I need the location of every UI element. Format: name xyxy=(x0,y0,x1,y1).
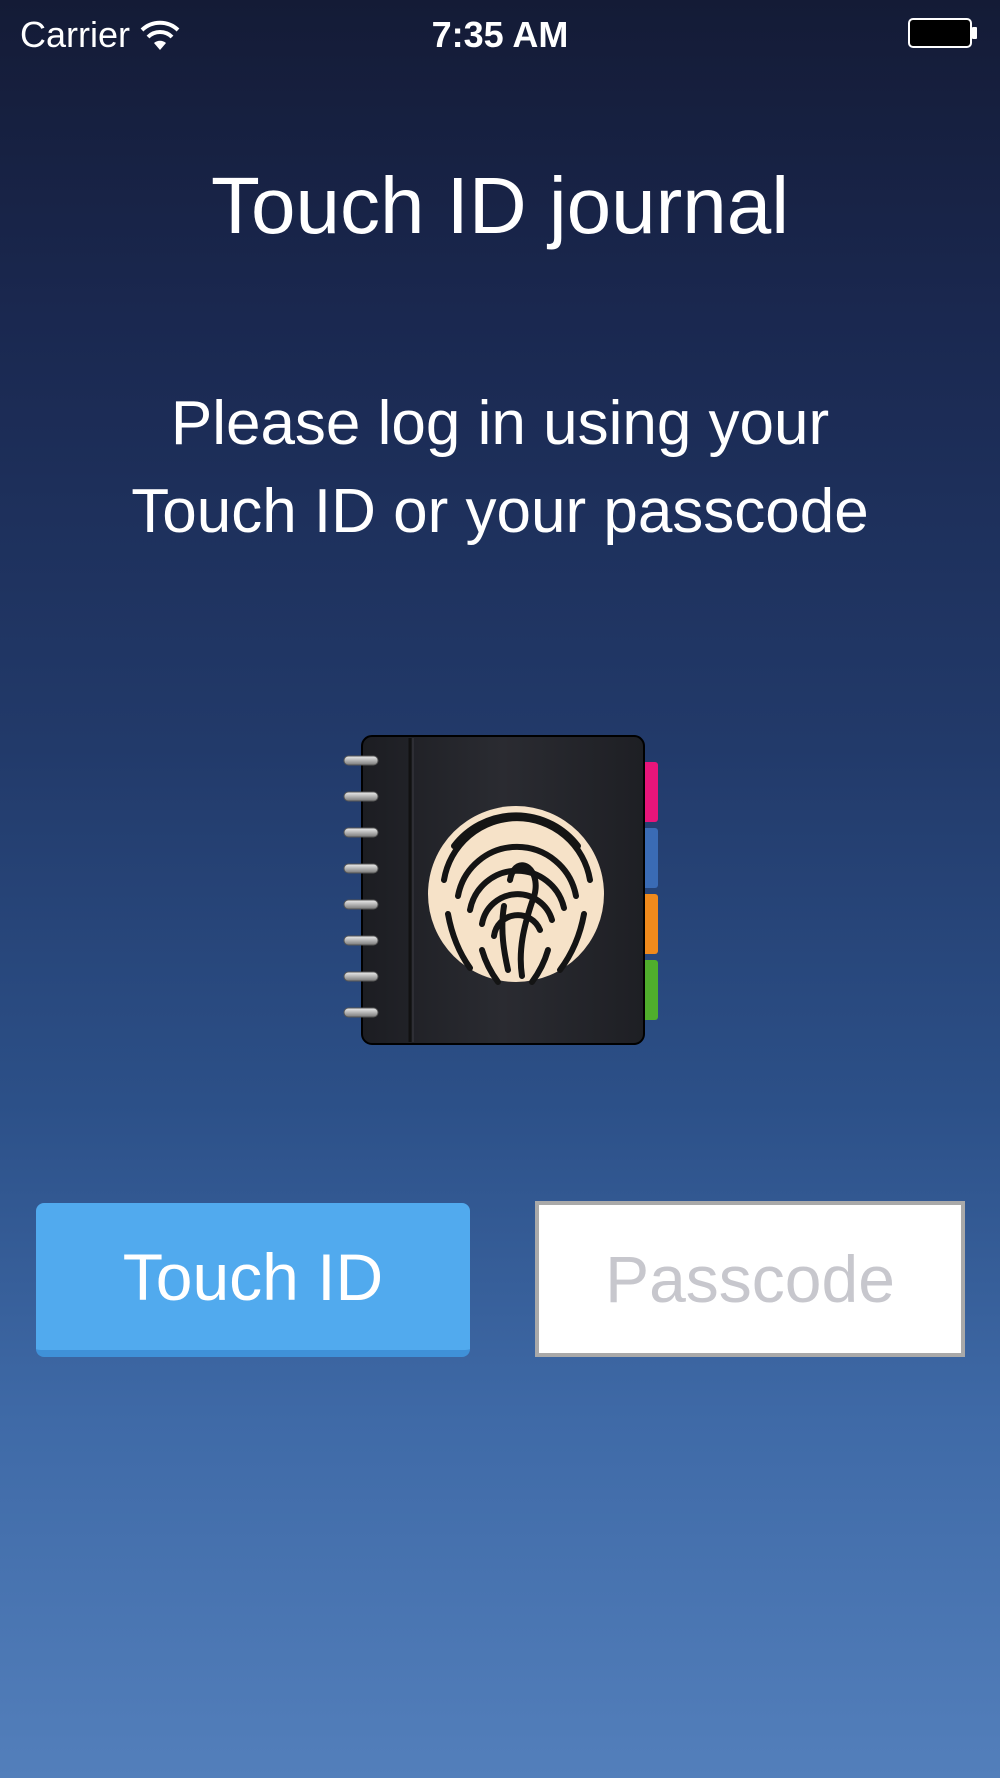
status-bar: Carrier 7:35 AM xyxy=(0,0,1000,70)
login-instructions: Please log in using your Touch ID or you… xyxy=(0,380,1000,556)
touch-id-button-label: Touch ID xyxy=(122,1239,384,1314)
touch-id-button[interactable]: Touch ID xyxy=(36,1203,470,1357)
instructions-line-2: Touch ID or your passcode xyxy=(131,477,869,546)
passcode-field[interactable] xyxy=(535,1201,965,1357)
page-title: Touch ID journal xyxy=(210,161,790,250)
fingerprint-journal-icon xyxy=(343,735,658,1045)
status-time: 7:35 AM xyxy=(431,14,569,55)
battery-icon xyxy=(908,18,977,48)
instructions-line-1: Please log in using your xyxy=(170,389,830,458)
